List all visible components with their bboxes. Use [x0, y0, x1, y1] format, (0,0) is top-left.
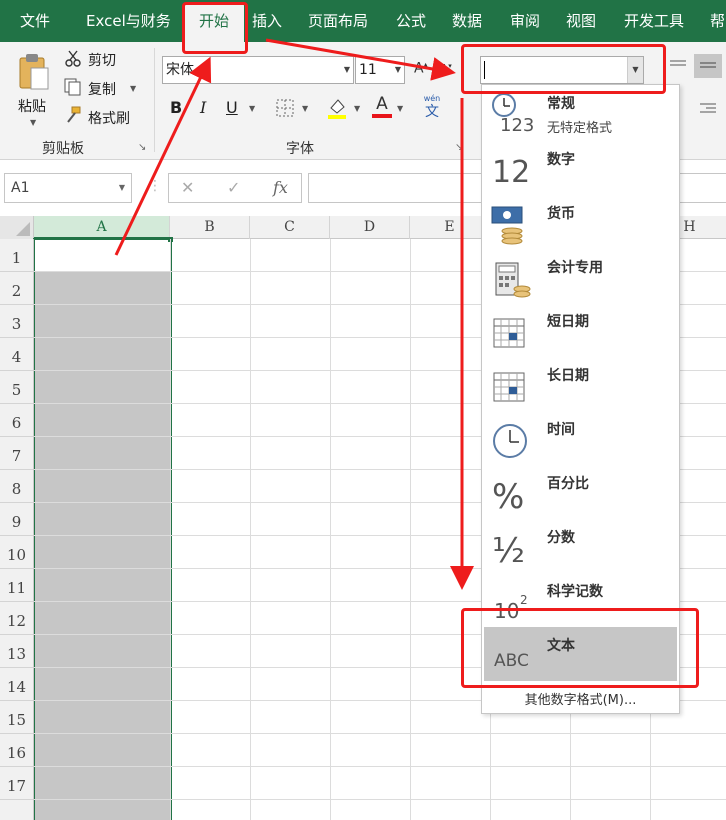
- arrow-home-to-number-format: [265, 38, 456, 81]
- arrow-cell-to-home-tab: [114, 56, 212, 256]
- annotation-arrows: [114, 38, 474, 590]
